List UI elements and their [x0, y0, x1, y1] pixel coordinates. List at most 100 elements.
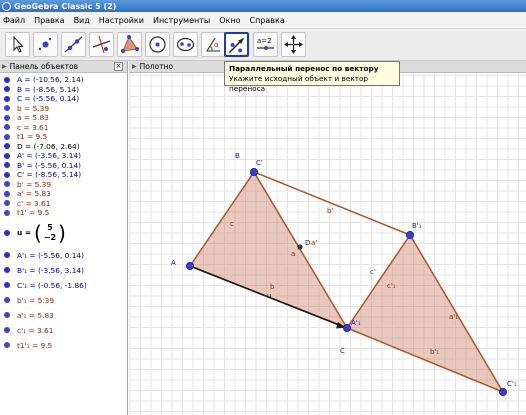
label-b1: B'₁ — [412, 222, 422, 230]
visibility-toggle-icon[interactable] — [4, 297, 10, 303]
close-icon[interactable]: × — [114, 62, 123, 71]
algebra-item[interactable]: B' = (-5.56, 0.14) — [0, 161, 127, 171]
algebra-item[interactable]: a = 5.83 — [0, 113, 127, 123]
visibility-toggle-icon[interactable] — [4, 124, 10, 131]
visibility-toggle-icon[interactable] — [4, 209, 10, 216]
move-tool-button[interactable] — [5, 32, 30, 57]
visibility-toggle-icon[interactable] — [4, 327, 10, 333]
visibility-toggle-icon[interactable] — [4, 282, 10, 288]
point-a[interactable] — [186, 261, 195, 270]
algebra-item-text: A' = (-3.56, 3.14) — [17, 151, 82, 161]
algebra-item-text: t1' = 9.5 — [17, 208, 50, 218]
visibility-toggle-icon[interactable] — [4, 133, 10, 140]
algebra-item-vector[interactable]: u =(5 −2) — [0, 218, 127, 248]
point-c1[interactable] — [498, 387, 507, 396]
geogebra-logo-icon — [2, 1, 11, 11]
move-view-icon — [284, 35, 303, 54]
algebra-item[interactable]: B = (-8.56, 5.14) — [0, 85, 127, 95]
polygon-tool-button[interactable] — [117, 32, 142, 57]
triangle-translated[interactable] — [345, 233, 505, 394]
graphics-view-title: Полотно — [139, 62, 174, 71]
menu-edit[interactable]: Правка — [34, 16, 64, 25]
tool-tooltip: Параллельный перенос по вектору Укажите … — [224, 61, 400, 93]
point-b1[interactable] — [405, 230, 414, 239]
algebra-item[interactable]: B'₁ = (-3.56, 3.14) — [0, 263, 127, 278]
algebra-item[interactable]: t1 = 9.5 — [0, 132, 127, 142]
slider-icon: a=2 — [257, 37, 274, 50]
graphics-view[interactable]: ▶ Полотно A B C' C Da' a b c u b' c' B'₁ A'₁ c'₁ a'₁ b'… — [129, 61, 526, 415]
algebra-item-text: c = 3.61 — [17, 122, 49, 132]
visibility-toggle-icon[interactable] — [4, 171, 10, 178]
visibility-toggle-icon[interactable] — [4, 152, 10, 159]
line-tool-button[interactable] — [61, 32, 86, 57]
circle-tool-button[interactable] — [145, 32, 170, 57]
algebra-item[interactable]: c = 3.61 — [0, 123, 127, 133]
algebra-item-text: b'₁ = 5.39 — [17, 295, 55, 305]
algebra-item[interactable]: A'₁ = (-5.56, 0.14) — [0, 248, 127, 263]
vector-name: u = — [17, 228, 32, 237]
perpendicular-tool-button[interactable] — [89, 32, 114, 57]
algebra-item[interactable]: a' = 5.83 — [0, 189, 127, 199]
menu-help[interactable]: Справка — [249, 16, 284, 25]
algebra-item[interactable]: C = (-5.56, 0.14) — [0, 94, 127, 104]
visibility-toggle-icon[interactable] — [4, 86, 10, 93]
label-c1: c'₁ — [387, 282, 396, 290]
angle-icon: α — [206, 37, 220, 52]
algebra-item-text: C' = (-8.56, 5.14) — [17, 170, 82, 180]
visibility-toggle-icon[interactable] — [4, 200, 10, 207]
collapse-triangle-icon[interactable]: ▶ — [2, 63, 7, 70]
label-d: D — [305, 239, 310, 247]
algebra-item[interactable]: a'₁ = 5.83 — [0, 308, 127, 323]
visibility-toggle-icon[interactable] — [4, 252, 10, 258]
line-icon — [64, 36, 83, 53]
visibility-toggle-icon[interactable] — [4, 267, 10, 273]
algebra-item[interactable]: b = 5.39 — [0, 104, 127, 114]
algebra-item[interactable]: t1'₁ = 9.5 — [0, 338, 127, 353]
point-tool-button[interactable] — [33, 32, 58, 57]
label-b-segment: b — [270, 283, 275, 291]
menu-tools[interactable]: Инструменты — [153, 16, 210, 25]
algebra-item[interactable]: b'₁ = 5.39 — [0, 293, 127, 308]
translate-by-vector-tool-button[interactable] — [224, 32, 249, 57]
visibility-toggle-icon[interactable] — [4, 114, 10, 121]
point-c[interactable] — [342, 323, 351, 332]
menu-file[interactable]: Файл — [3, 16, 25, 25]
perpendicular-icon — [92, 35, 111, 54]
algebra-item-text: a' = 5.83 — [17, 189, 51, 199]
visibility-toggle-icon[interactable] — [4, 181, 10, 188]
slider-tool-button[interactable]: a=2 — [253, 32, 278, 57]
visibility-toggle-icon[interactable] — [4, 190, 10, 197]
algebra-item[interactable]: A = (-10.56, 2.14) — [0, 75, 127, 85]
algebra-item[interactable]: D = (-7.06, 2.64) — [0, 142, 127, 152]
algebra-item[interactable]: C' = (-8.56, 5.14) — [0, 170, 127, 180]
graphics-canvas[interactable]: A B C' C D a' a b c u b' c' B'₁ A'₁ c'₁ a'₁ b'₁ C'₁ — [129, 61, 526, 415]
visibility-toggle-icon[interactable] — [4, 342, 10, 348]
window-title: GeoGebra Classic 5 (2) — [14, 1, 117, 11]
algebra-view-header: ▶ Панель объектов × — [0, 61, 127, 73]
menu-window[interactable]: Окно — [219, 16, 240, 25]
algebra-item-text: A'₁ = (-5.56, 0.14) — [17, 250, 84, 260]
visibility-toggle-icon[interactable] — [4, 76, 10, 83]
right-paren: ) — [58, 220, 66, 245]
visibility-toggle-icon[interactable] — [4, 95, 10, 102]
algebra-item[interactable]: t1' = 9.5 — [0, 208, 127, 218]
algebra-item[interactable]: c'₁ = 3.61 — [0, 323, 127, 338]
visibility-toggle-icon[interactable] — [4, 312, 10, 318]
algebra-item[interactable]: c' = 3.61 — [0, 199, 127, 209]
algebra-item-text: a'₁ = 5.83 — [17, 310, 54, 320]
visibility-toggle-icon[interactable] — [4, 162, 10, 169]
menu-view[interactable]: Вид — [74, 16, 90, 25]
visibility-toggle-icon[interactable] — [4, 229, 10, 236]
angle-tool-button[interactable]: α — [201, 32, 226, 57]
algebra-item[interactable]: C'₁ = (-0.56, -1.86) — [0, 278, 127, 293]
point-d[interactable] — [297, 244, 303, 250]
visibility-toggle-icon[interactable] — [4, 105, 10, 112]
visibility-toggle-icon[interactable] — [4, 143, 10, 150]
algebra-item[interactable]: b' = 5.39 — [0, 180, 127, 190]
ellipse-tool-button[interactable] — [173, 32, 198, 57]
point-b[interactable] — [250, 168, 259, 177]
move-graphics-tool-button[interactable] — [281, 32, 306, 57]
collapse-triangle-icon[interactable]: ▶ — [132, 63, 137, 70]
algebra-item[interactable]: A' = (-3.56, 3.14) — [0, 151, 127, 161]
menu-settings[interactable]: Настройки — [99, 16, 144, 25]
